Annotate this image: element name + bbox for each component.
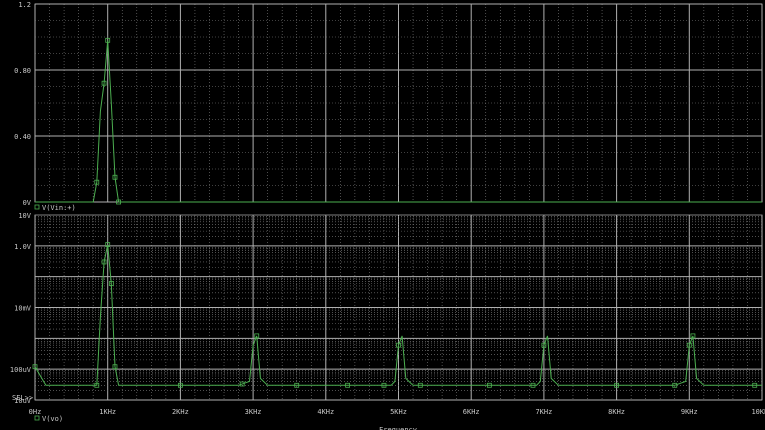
x-axis-label: Frequency: [379, 426, 417, 430]
x-tick-label: 2KHz: [172, 408, 189, 416]
sel-marker: SEL>>: [12, 394, 33, 402]
bottom-legend-label: V(vo): [42, 415, 63, 423]
x-tick-label: 1KHz: [99, 408, 116, 416]
top-legend-label: V(Vin:+): [42, 204, 76, 212]
top-plot-area: 0V 0.40 0.80 1.2 V(Vin:+): [14, 1, 763, 212]
bottom-y-tick-label: 1.0V: [14, 243, 32, 251]
x-tick-label: 0Hz: [29, 408, 42, 416]
top-y-tick-label: 0.40: [14, 133, 31, 141]
bottom-legend-marker: [34, 415, 40, 421]
x-tick-label: 10KHz: [751, 408, 765, 416]
probe-plot-window: 0V0.400.801.2V(Vin:+)10uV100uV10mV1.0V10…: [10, 1, 765, 430]
x-tick-label: 3KHz: [245, 408, 262, 416]
bottom-y-tick-label: 10V: [18, 212, 31, 220]
x-tick-label: 6KHz: [463, 408, 480, 416]
top-legend-marker: [34, 204, 40, 210]
top-y-tick-label: 0V: [23, 199, 32, 207]
top-y-tick-label: 0.80: [14, 67, 31, 75]
top-y-tick-label: 1.2: [18, 1, 31, 9]
x-tick-label: 4KHz: [317, 408, 334, 416]
bottom-y-tick-label: 10mV: [14, 305, 32, 313]
x-tick-label: 7KHz: [535, 408, 552, 416]
x-tick-label: 8KHz: [608, 408, 625, 416]
bottom-y-tick-label: 100uV: [10, 366, 32, 374]
x-tick-label: 5KHz: [390, 408, 407, 416]
x-tick-label: 9KHz: [681, 408, 698, 416]
bottom-plot-area: 10uV100uV10mV1.0V10VV(vo): [10, 212, 763, 423]
